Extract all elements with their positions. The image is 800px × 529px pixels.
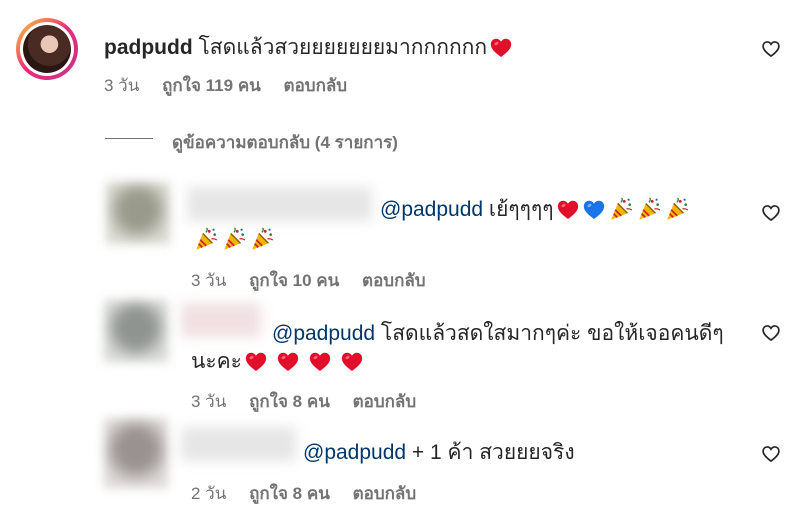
reply-meta-1: 3 วัน ถูกใจ 10 คน ตอบกลับ bbox=[191, 267, 444, 294]
main-comment-time[interactable]: 3 วัน bbox=[104, 76, 139, 95]
reply-avatar-3[interactable] bbox=[104, 418, 168, 488]
red-heart-icon bbox=[556, 198, 580, 222]
reply-avatar-2[interactable] bbox=[104, 300, 168, 362]
reply-text-3: @padpudd + 1 ค้า สวยยยจริง bbox=[303, 436, 575, 469]
party-popper-icon bbox=[664, 197, 690, 223]
main-comment-reply-button[interactable]: ตอบกลับ bbox=[284, 76, 348, 95]
reply-reply-button-1[interactable]: ตอบกลับ bbox=[362, 271, 426, 290]
red-heart-icon bbox=[340, 350, 364, 374]
view-replies-button[interactable]: ดูข้อความตอบกลับ (4 รายการ) bbox=[172, 129, 398, 156]
party-popper-icon bbox=[608, 197, 634, 223]
main-commenter-avatar[interactable] bbox=[16, 18, 78, 80]
reply-body-1: เย้ๆๆๆๆ bbox=[488, 198, 554, 221]
main-comment: padpudd โสดแล้วสวยยยยยยยมากกกกกก bbox=[104, 31, 513, 64]
reply-time-2[interactable]: 3 วัน bbox=[191, 392, 226, 411]
replies-divider bbox=[105, 138, 153, 139]
reply-mention-2[interactable]: @padpudd bbox=[272, 322, 375, 345]
like-heart-icon[interactable] bbox=[761, 203, 781, 223]
reply-meta-3: 2 วัน ถูกใจ 8 คน ตอบกลับ bbox=[191, 480, 434, 507]
like-heart-icon[interactable] bbox=[761, 444, 781, 464]
party-popper-icon bbox=[636, 197, 662, 223]
reply-username-blurred-3[interactable] bbox=[181, 427, 296, 461]
reply-username-blurred-2[interactable] bbox=[181, 303, 261, 337]
reply-reply-button-3[interactable]: ตอบกลับ bbox=[353, 484, 417, 503]
reply-emoji-line-1 bbox=[191, 227, 275, 253]
reply-avatar-1[interactable] bbox=[106, 182, 170, 244]
reply-likes-2[interactable]: ถูกใจ 8 คน bbox=[249, 392, 330, 411]
reply-time-3[interactable]: 2 วัน bbox=[191, 484, 226, 503]
reply-body-3: + 1 ค้า สวยยยจริง bbox=[411, 441, 575, 464]
main-comment-username[interactable]: padpudd bbox=[104, 36, 193, 59]
reply-likes-1[interactable]: ถูกใจ 10 คน bbox=[249, 271, 339, 290]
reply-body-2: โสดแล้วสดใสมากๆค่ะ ขอให้เจอคนดีๆ bbox=[380, 322, 724, 345]
party-popper-icon bbox=[249, 227, 275, 253]
red-heart-icon bbox=[276, 350, 300, 374]
reply-likes-3[interactable]: ถูกใจ 8 คน bbox=[249, 484, 330, 503]
reply-mention-3[interactable]: @padpudd bbox=[303, 441, 406, 464]
like-heart-icon[interactable] bbox=[761, 323, 781, 343]
party-popper-icon bbox=[221, 227, 247, 253]
party-popper-icon bbox=[193, 227, 219, 253]
reply-text-2-line2: นะคะ bbox=[191, 345, 364, 378]
blue-heart-icon bbox=[582, 198, 606, 222]
like-heart-icon[interactable] bbox=[761, 39, 781, 59]
reply-body-2-cont: นะคะ bbox=[191, 350, 242, 373]
avatar-photo bbox=[23, 25, 71, 73]
reply-mention-1[interactable]: @padpudd bbox=[380, 198, 483, 221]
reply-time-1[interactable]: 3 วัน bbox=[191, 271, 226, 290]
reply-meta-2: 3 วัน ถูกใจ 8 คน ตอบกลับ bbox=[191, 388, 434, 415]
reply-username-blurred-1[interactable] bbox=[187, 187, 372, 221]
red-heart-icon bbox=[489, 36, 513, 60]
reply-text-1: @padpudd เย้ๆๆๆๆ bbox=[380, 193, 690, 226]
red-heart-icon bbox=[308, 350, 332, 374]
main-comment-meta: 3 วัน ถูกใจ 119 คน ตอบกลับ bbox=[104, 72, 365, 99]
reply-reply-button-2[interactable]: ตอบกลับ bbox=[353, 392, 417, 411]
main-comment-likes[interactable]: ถูกใจ 119 คน bbox=[162, 76, 261, 95]
main-comment-text: โสดแล้วสวยยยยยยยมากกกกกก bbox=[198, 36, 488, 59]
red-heart-icon bbox=[244, 350, 268, 374]
